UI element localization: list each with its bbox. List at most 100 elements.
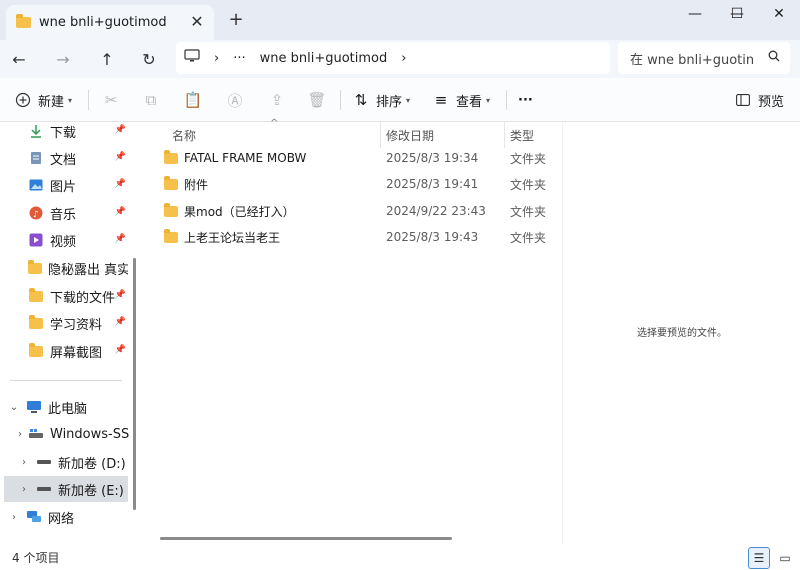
music-icon: ♪ [28,205,44,221]
search-icon[interactable] [768,50,780,66]
preview-pane: 选择要预览的文件。 [562,122,800,544]
details-view-icon[interactable]: ☰ [748,547,770,569]
search-input[interactable]: 在 wne bnli+guotin [618,42,790,74]
pin-icon: 📌 [114,125,126,135]
sidebar-item-drive-d[interactable]: › 新加卷 (D:) [18,449,130,475]
refresh-icon[interactable]: ↻ [134,44,164,74]
copy-icon: ⧉ [145,91,157,109]
computer-icon [26,399,42,415]
sidebar-item-downloaded-files[interactable]: 下载的文件 📌 [28,283,128,309]
pin-icon: 📌 [114,152,126,162]
chevron-right-icon[interactable]: › [18,484,30,495]
sort-button[interactable]: ⇅ 排序 ▾ [352,88,410,112]
chevron-down-icon: ▾ [406,95,411,105]
divider [88,90,89,110]
folder-icon [164,202,178,217]
drive-icon [36,481,52,497]
divider [10,380,122,381]
share-button[interactable]: ⇪ [268,88,292,112]
breadcrumb-separator[interactable]: › [214,51,219,66]
tab-current-folder[interactable]: wne bnli+guotimod ✕ [6,5,214,40]
rename-icon: Ⓐ [227,91,243,110]
pin-icon: 📌 [114,179,126,189]
navigation-pane: 下载 📌 文档 📌 图片 📌 ♪ 音乐 📌 视频 📌 隐秘露出 真实 下载的文件… [0,122,142,544]
chevron-down-icon: ▾ [68,95,73,105]
network-icon [26,509,42,525]
table-row[interactable]: 果mod（已经打入） 2024/9/22 23:43 文件夹 [146,198,562,224]
sidebar-item-drive-e[interactable]: › 新加卷 (E:) [4,476,128,502]
document-icon [28,150,44,166]
sort-icon: ⇅ [354,91,368,109]
share-icon: ⇪ [270,91,284,109]
sidebar-item-screenshots[interactable]: 屏幕截图 📌 [28,338,128,364]
command-bar: 新建 ▾ ✂ ⧉ 📋 Ⓐ ⇪ 🗑 ⇅ 排序 ▾ ≡ 查看 ▾ ··· 预览 [0,78,800,122]
chevron-right-icon[interactable]: › [8,512,20,523]
breadcrumb-folder[interactable]: wne bnli+guotimod [260,51,388,66]
pin-icon: 📌 [114,290,126,300]
sidebar-item-study-materials[interactable]: 学习资料 📌 [28,310,128,336]
paste-icon: 📋 [183,91,203,109]
sidebar-item-folder[interactable]: 隐秘露出 真实 [28,255,128,281]
breadcrumb-separator[interactable]: › [401,51,406,66]
paste-button[interactable]: 📋 [184,88,208,112]
maximize-icon[interactable]: ☐ [716,0,758,28]
view-button[interactable]: ≡ 查看 ▾ [432,88,490,112]
table-row[interactable]: 上老王论坛当老王 2025/8/3 19:43 文件夹 [146,224,562,250]
table-row[interactable]: FATAL FRAME MOBW 2025/8/3 19:34 文件夹 [146,145,562,171]
forward-arrow-icon[interactable]: → [48,44,78,74]
preview-button[interactable]: 预览 [734,88,784,112]
sidebar-item-documents[interactable]: 文档 📌 [28,145,128,171]
sidebar-item-music[interactable]: ♪ 音乐 📌 [28,200,128,226]
pin-icon: 📌 [114,345,126,355]
up-arrow-icon[interactable]: ↑ [92,44,122,74]
computer-icon[interactable] [184,49,200,67]
navigation-bar: ← → ↑ ↻ › ··· wne bnli+guotimod › 在 wne … [0,40,800,78]
folder-icon [164,175,178,190]
folder-icon [16,14,31,28]
divider [506,90,507,110]
item-count: 4 个项目 [12,551,60,565]
more-options-button[interactable]: ··· [518,88,533,112]
close-window-icon[interactable]: ✕ [758,0,800,28]
chevron-right-icon[interactable]: › [18,429,22,440]
new-button[interactable]: 新建 ▾ [14,88,72,112]
copy-button[interactable]: ⧉ [142,88,166,112]
status-bar: 4 个项目 ☰ ▭ [0,544,800,570]
tiles-view-icon[interactable]: ▭ [774,547,796,569]
horizontal-scrollbar[interactable] [160,537,452,540]
folder-icon [28,314,44,331]
chevron-down-icon[interactable]: ⌄ [8,402,20,413]
minimize-icon[interactable]: — [674,0,716,28]
new-tab-button[interactable]: + [226,10,246,30]
close-tab-icon[interactable]: ✕ [188,13,206,31]
sidebar-item-this-pc[interactable]: ⌄ 此电脑 [8,394,128,420]
sidebar-item-downloads[interactable]: 下载 📌 [28,118,128,144]
sort-ascending-icon: ^ [270,118,279,129]
drive-icon [36,454,52,470]
back-arrow-icon[interactable]: ← [4,44,34,74]
download-icon [28,123,44,139]
svg-text:♪: ♪ [33,210,39,220]
folder-icon [28,259,42,276]
folder-icon [164,228,178,243]
delete-button[interactable]: 🗑 [307,88,332,112]
sidebar-item-network[interactable]: › 网络 [8,504,128,530]
cut-button[interactable]: ✂ [102,88,126,112]
drive-windows-icon [28,426,44,442]
pin-icon: 📌 [114,234,126,244]
sidebar-scrollbar[interactable] [133,258,136,510]
preview-pane-icon [734,91,752,109]
chevron-right-icon[interactable]: › [18,457,30,468]
plus-circle-icon [14,91,32,109]
divider [340,90,341,110]
sidebar-item-drive-c[interactable]: › Windows-SSD [18,421,130,447]
breadcrumb-more[interactable]: ··· [233,51,245,66]
sidebar-item-pictures[interactable]: 图片 📌 [28,172,128,198]
rename-button[interactable]: Ⓐ [226,88,250,112]
search-placeholder: 在 wne bnli+guotin [630,52,755,68]
address-bar[interactable]: › ··· wne bnli+guotimod › [176,42,610,74]
tab-title: wne bnli+guotimod [39,15,167,30]
pin-icon: 📌 [114,317,126,327]
table-row[interactable]: 附件 2025/8/3 19:41 文件夹 [146,171,562,197]
sidebar-item-videos[interactable]: 视频 📌 [28,227,128,253]
